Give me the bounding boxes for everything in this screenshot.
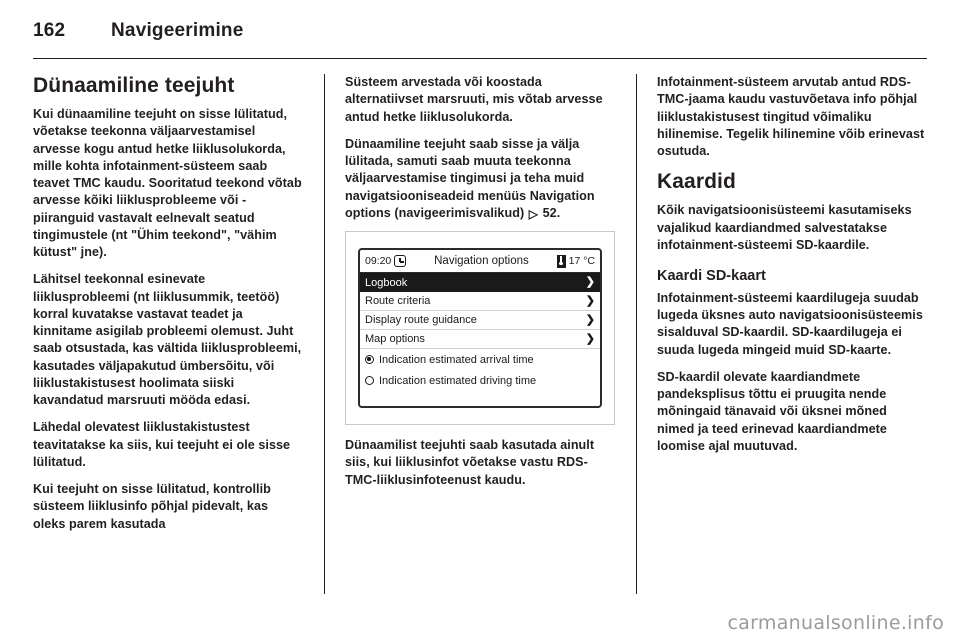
screen-time: 09:20: [365, 255, 392, 267]
paragraph: Infotainment-süsteem arvutab antud RDS-T…: [657, 75, 925, 158]
chevron-right-icon: ❯: [585, 294, 595, 307]
radio-option-arrival-time[interactable]: Indication estimated arrival time: [360, 349, 600, 370]
paragraph: Kui dünaamiline teejuht on sisse lülitat…: [33, 107, 302, 260]
column-gutter: [303, 74, 345, 594]
chevron-right-icon: ❯: [585, 276, 595, 288]
paragraph: Lähitsel teekonnal esinevate liiklusprob…: [33, 272, 302, 408]
radio-button-icon[interactable]: [365, 376, 374, 385]
right-column: Infotainment-süsteem arvutab antud RDS-T…: [657, 74, 927, 594]
menu-item-map-options[interactable]: Map options ❯: [360, 330, 600, 349]
titlebar-right: 17 °C: [556, 254, 595, 268]
figure-navigation-options: 09:20 Navigation options 17 °C Logbook ❯: [345, 231, 615, 425]
radio-option-driving-time[interactable]: Indication estimated driving time: [360, 370, 600, 391]
infotainment-screen: 09:20 Navigation options 17 °C Logbook ❯: [358, 248, 602, 408]
column-divider: [324, 74, 325, 594]
clock-icon: [394, 255, 407, 267]
paragraph: Infotainment-süsteemi kaardilugeja suuda…: [657, 290, 923, 357]
chapter-title: Navigeerimine: [111, 20, 244, 41]
paragraph-with-xref: Dünaamiline teejuht saab sisse ja välja …: [345, 136, 615, 222]
screen-title: Navigation options: [434, 255, 529, 267]
screen-menu-list: Logbook ❯ Route criteria ❯ Display route…: [360, 273, 600, 406]
paragraph: Lähedal olevatest liiklustakistustest te…: [33, 420, 291, 469]
menu-item-label: Display route guidance: [365, 314, 477, 326]
chevron-right-icon: ❯: [585, 332, 595, 345]
column-gutter: [615, 74, 657, 594]
cross-reference: ▷ 52.: [528, 205, 561, 221]
thermometer-icon: [556, 254, 566, 268]
paragraph: Süsteem arvestada või koostada alternati…: [345, 75, 603, 124]
menu-item-logbook[interactable]: Logbook ❯: [360, 273, 600, 292]
section-heading-maps: Kaardid: [657, 170, 736, 194]
page-columns: Dünaamiline teejuht Kui dünaamiline teej…: [33, 74, 927, 594]
radio-option-label: Indication estimated arrival time: [379, 353, 534, 366]
section-heading-dynamic-guidance: Dünaamiline teejuht: [33, 74, 235, 97]
menu-item-label: Map options: [365, 333, 425, 345]
radio-option-label: Indication estimated driving time: [379, 374, 537, 387]
watermark: carmanualsonline.info: [727, 612, 944, 634]
titlebar-left: 09:20: [365, 255, 407, 267]
radio-button-selected-icon[interactable]: [365, 355, 374, 364]
xref-arrow-icon: ▷: [528, 206, 539, 221]
middle-column: Süsteem arvestada või koostada alternati…: [345, 74, 615, 594]
paragraph: Kõik navigatsioonisüsteemi kasutamiseks …: [657, 203, 912, 252]
column-divider: [636, 74, 637, 594]
menu-item-label: Logbook: [365, 276, 408, 289]
paragraph: Dünaamilist teejuhti saab kasutada ainul…: [345, 438, 595, 487]
subsection-heading-map-sd-card: Kaardi SD-kaart: [657, 268, 766, 285]
menu-item-route-criteria[interactable]: Route criteria ❯: [360, 292, 600, 311]
page-header: 162 Navigeerimine: [0, 0, 960, 60]
screen-temperature: 17 °C: [568, 255, 595, 267]
left-column: Dünaamiline teejuht Kui dünaamiline teej…: [33, 74, 303, 594]
screen-titlebar: 09:20 Navigation options 17 °C: [360, 250, 600, 273]
xref-page: 52: [542, 205, 557, 220]
page-number: 162: [33, 20, 66, 41]
menu-item-label: Route criteria: [365, 295, 431, 307]
menu-item-display-route-guidance[interactable]: Display route guidance ❯: [360, 311, 600, 330]
paragraph: SD-kaardil olevate kaardiandmete pandeks…: [657, 369, 887, 453]
header-divider: [33, 58, 927, 59]
paragraph: Kui teejuht on sisse lülitatud, kontroll…: [33, 482, 271, 531]
chevron-right-icon: ❯: [585, 313, 595, 326]
